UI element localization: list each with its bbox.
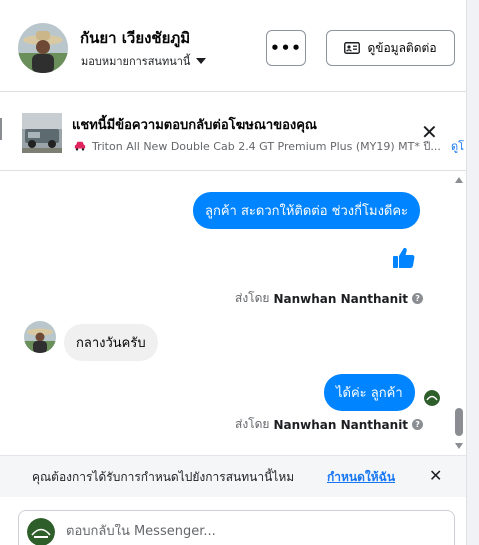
more-icon: •••	[270, 39, 302, 57]
view-contact-info-button[interactable]: ดูข้อมูลติดต่อ	[326, 30, 455, 66]
message-bubble-outgoing[interactable]: ลูกค้า สะดวกให้ติดต่อ ช่วงกี่โมงดีคะ	[193, 192, 421, 229]
edge-divider	[0, 118, 2, 140]
thumbs-up-icon[interactable]	[392, 246, 416, 274]
sent-by-label: ส่งโดย Nanwhan Nanthanit ?	[235, 289, 424, 308]
scroll-down-arrow-icon[interactable]	[455, 443, 463, 449]
contact-card-icon	[344, 42, 361, 54]
reply-input[interactable]	[66, 524, 426, 539]
contact-avatar-small	[24, 321, 56, 353]
scrollbar-thumb[interactable]	[455, 408, 463, 436]
car-icon	[74, 141, 86, 151]
assign-to-me-link[interactable]: กำหนดให้ฉัน	[327, 468, 395, 487]
contact-name[interactable]: กันยา เวียงชัยภูมิ	[80, 26, 190, 50]
ad-reply-subtitle: Triton All New Double Cab 2.4 GT Premium…	[74, 137, 446, 155]
sent-by-prefix: ส่งโดย	[235, 291, 270, 305]
more-options-button[interactable]: •••	[266, 30, 306, 66]
ad-thumbnail[interactable]	[22, 113, 62, 157]
help-icon[interactable]: ?	[412, 293, 424, 304]
ad-reply-title: แชทนี้มีข้อความตอบกลับต่อโฆษณาของคุณ	[72, 118, 317, 133]
scroll-up-arrow-icon[interactable]	[455, 177, 463, 183]
close-ad-banner-icon[interactable]: ✕	[421, 122, 438, 142]
contact-avatar[interactable]	[18, 23, 68, 73]
help-icon[interactable]: ?	[412, 419, 424, 430]
seen-indicator-avatar	[424, 390, 440, 406]
sent-by-label: ส่งโดย Nanwhan Nanthanit ?	[235, 415, 424, 434]
view-ad-link[interactable]: ดูโ	[451, 137, 464, 155]
sent-by-agent: Nanwhan Nanthanit	[273, 417, 409, 432]
sent-by-prefix: ส่งโดย	[235, 417, 270, 431]
caret-down-icon	[196, 58, 207, 64]
message-bubble-incoming[interactable]: กลางวันครับ	[64, 324, 158, 361]
close-notice-icon[interactable]: ✕	[429, 466, 442, 485]
window-gutter	[467, 0, 479, 545]
page-avatar	[27, 518, 55, 545]
assign-conversation-dropdown[interactable]: มอบหมายการสนทนานี้	[81, 52, 207, 70]
ad-reply-subtitle-text: Triton All New Double Cab 2.4 GT Premium…	[92, 140, 441, 153]
message-bubble-outgoing[interactable]: ได้ค่ะ ลูกค้า	[324, 374, 415, 411]
sent-by-agent: Nanwhan Nanthanit	[273, 291, 409, 306]
assign-notice-text: คุณต้องการได้รับการกำหนดไปยังการสนทนานี้…	[32, 470, 295, 484]
assign-label: มอบหมายการสนทนานี้	[81, 55, 191, 68]
conversation-panel: กันยา เวียงชัยภูมิ มอบหมายการสนทนานี้ ••…	[0, 0, 467, 545]
view-contact-info-label: ดูข้อมูลติดต่อ	[367, 40, 437, 55]
